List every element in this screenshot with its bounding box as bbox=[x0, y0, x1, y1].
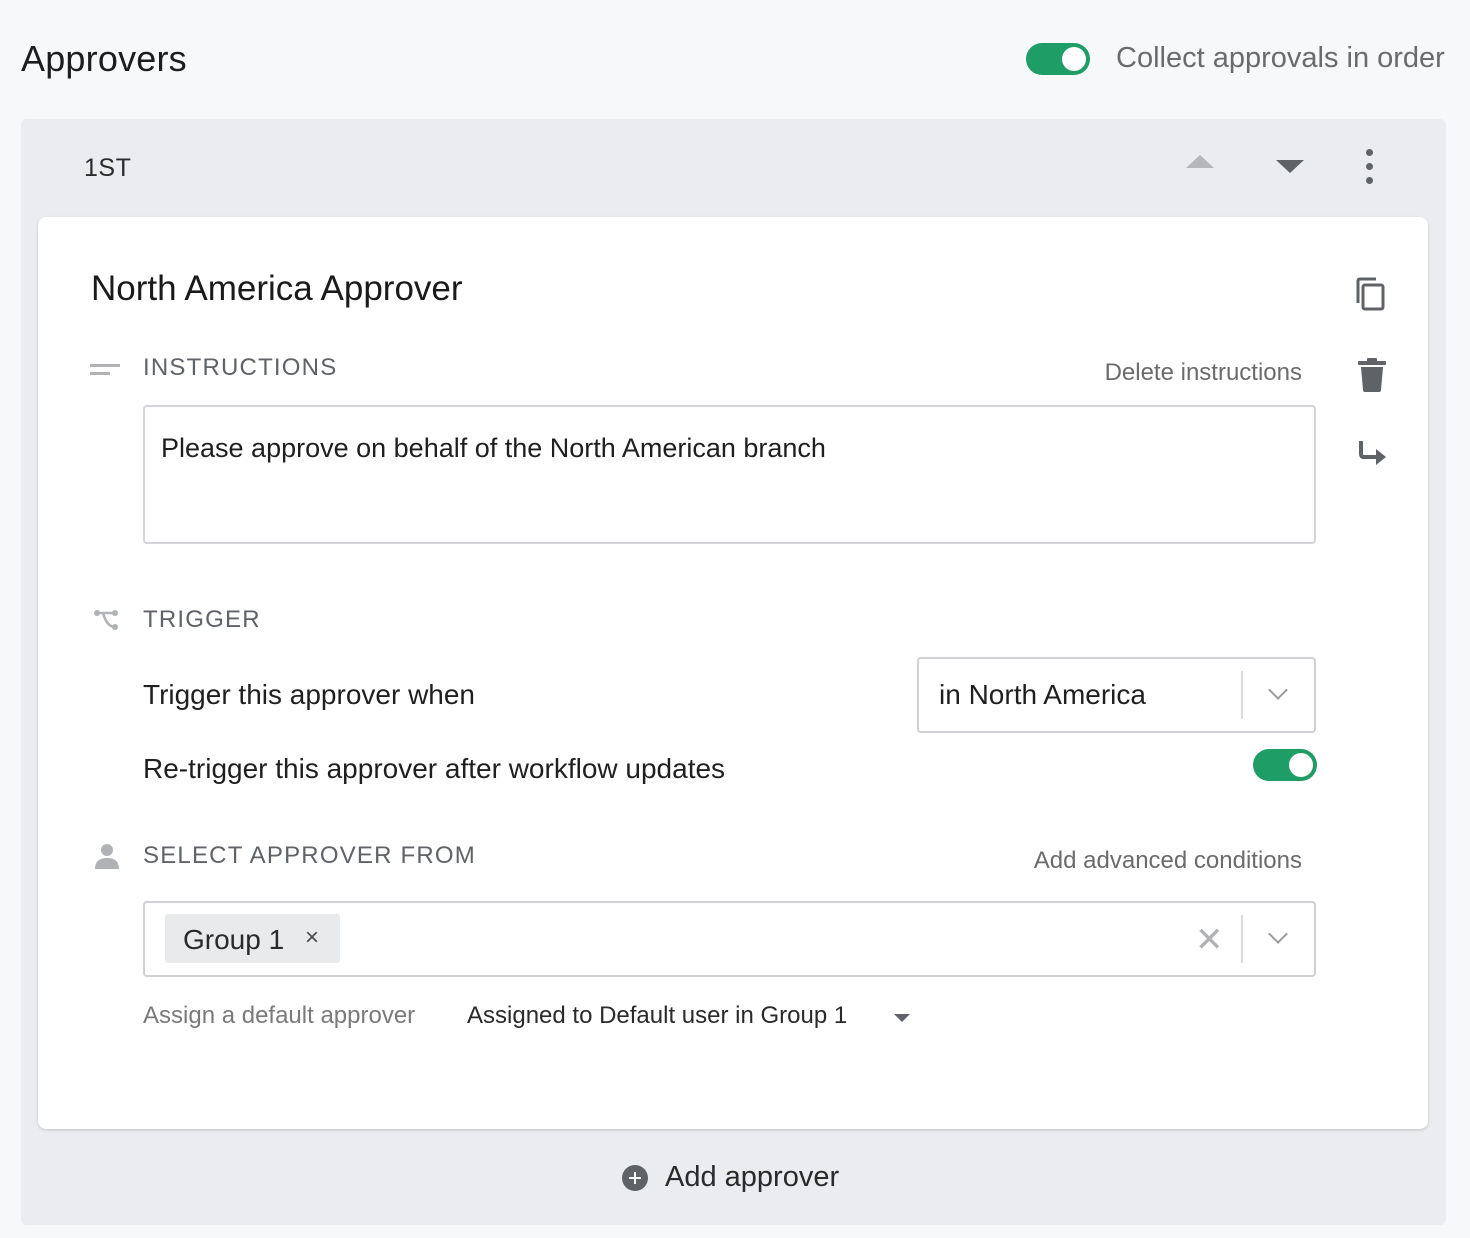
trigger-condition-select[interactable]: in North America bbox=[917, 657, 1316, 733]
default-approver-dropdown[interactable]: Assigned to Default user in Group 1 bbox=[467, 1002, 847, 1030]
header: Approvers Collect approvals in order bbox=[0, 0, 1470, 118]
collect-in-order-label: Collect approvals in order bbox=[1116, 42, 1445, 74]
retrigger-toggle[interactable] bbox=[1253, 749, 1317, 781]
select-separator bbox=[1241, 915, 1243, 963]
page-title: Approvers bbox=[21, 38, 187, 79]
toggle-knob bbox=[1289, 753, 1313, 777]
add-approver-button[interactable]: Add approver bbox=[622, 1159, 862, 1199]
stage-label: 1ST bbox=[84, 154, 132, 182]
chip-label: Group 1 bbox=[183, 924, 285, 955]
approver-source-select[interactable]: Group 1 × ✕ bbox=[143, 901, 1316, 977]
delete-instructions-link[interactable]: Delete instructions bbox=[1105, 359, 1302, 387]
chip-remove-icon[interactable]: × bbox=[305, 924, 319, 952]
caret-down-icon[interactable] bbox=[894, 1014, 910, 1022]
default-approver-label: Assign a default approver bbox=[143, 1002, 416, 1029]
move-up-icon[interactable] bbox=[1186, 155, 1214, 168]
add-approver-label: Add approver bbox=[665, 1161, 840, 1193]
trash-icon[interactable] bbox=[1358, 358, 1388, 397]
retrigger-label: Re-trigger this approver after workflow … bbox=[143, 753, 726, 784]
selected-chip: Group 1 × bbox=[165, 914, 340, 963]
trigger-label: TRIGGER bbox=[143, 606, 261, 633]
chevron-down-icon bbox=[1268, 680, 1288, 700]
trigger-condition-label: Trigger this approver when bbox=[143, 679, 476, 710]
chevron-down-icon bbox=[1268, 924, 1288, 944]
approval-stage: 1ST North America Approver INSTRUCTIONS … bbox=[21, 119, 1446, 1225]
select-approver-label: SELECT APPROVER FROM bbox=[143, 842, 476, 869]
copy-icon[interactable] bbox=[1354, 277, 1388, 318]
kebab-dot bbox=[1366, 163, 1373, 170]
collect-in-order-toggle[interactable] bbox=[1026, 43, 1090, 75]
instructions-textarea[interactable]: Please approve on behalf of the North Am… bbox=[143, 405, 1316, 544]
approver-card: North America Approver INSTRUCTIONS Dele… bbox=[38, 217, 1428, 1129]
toggle-knob bbox=[1062, 47, 1086, 71]
add-advanced-conditions-link[interactable]: Add advanced conditions bbox=[1034, 847, 1302, 875]
instructions-label: INSTRUCTIONS bbox=[143, 354, 338, 381]
kebab-dot bbox=[1366, 149, 1373, 156]
text-lines-icon bbox=[90, 362, 120, 383]
kebab-dot bbox=[1366, 177, 1373, 184]
trigger-condition-value: in North America bbox=[939, 679, 1146, 710]
add-circle-icon bbox=[622, 1165, 648, 1191]
redirect-icon[interactable] bbox=[1356, 439, 1390, 474]
approver-name: North America Approver bbox=[91, 269, 463, 308]
branch-icon bbox=[93, 609, 121, 636]
move-down-icon[interactable] bbox=[1276, 160, 1304, 173]
clear-icon[interactable]: ✕ bbox=[1195, 923, 1224, 957]
more-vertical-icon[interactable] bbox=[1358, 149, 1382, 185]
person-icon bbox=[93, 842, 121, 875]
select-separator bbox=[1241, 671, 1243, 719]
